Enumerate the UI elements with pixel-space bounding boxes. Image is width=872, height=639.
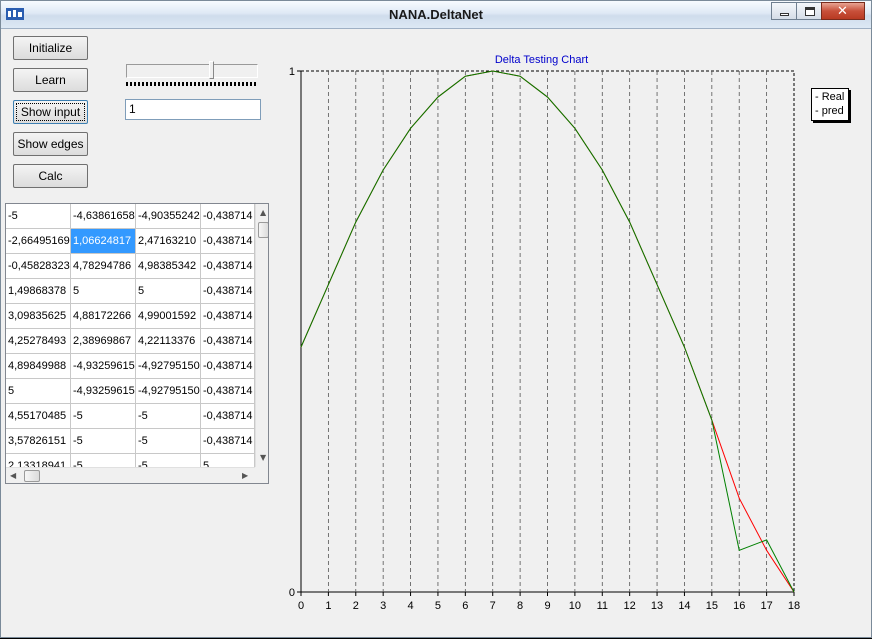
window-title: NANA.DeltaNet [389,7,483,22]
grid-cell[interactable]: -0,438714 [201,229,255,254]
grid-cell[interactable]: -5 [71,404,136,429]
grid-cell[interactable]: -4,90355242 [136,204,201,229]
minimize-button[interactable] [771,2,797,20]
legend-label-real: Real [821,91,845,103]
grid-cell[interactable]: -0,438714 [201,429,255,454]
grid-cell[interactable]: -5 [136,429,201,454]
grid-cell[interactable]: 2,47163210 [136,229,201,254]
grid-cell[interactable]: 4,22113376 [136,329,201,354]
input-field[interactable]: 1 [125,99,261,120]
legend-item: - Real [815,91,845,103]
grid-cell[interactable]: 5 [71,279,136,304]
grid-cell[interactable]: -4,63861658 [71,204,136,229]
horizontal-scroll-thumb[interactable] [24,470,40,482]
grid-cell[interactable]: -0,438714 [201,404,255,429]
scroll-up-icon[interactable]: ▲ [260,208,266,217]
scrollbar-corner [255,467,268,483]
grid-cell[interactable]: -2,66495169 [6,229,71,254]
chart-legend: - Real - pred [811,88,849,121]
grid-cell[interactable]: 4,78294786 [71,254,136,279]
legend-label-pred: pred [821,105,844,117]
trackbar[interactable] [124,61,260,89]
scroll-down-icon[interactable]: ▼ [260,453,266,462]
grid-cell[interactable]: -4,93259615 [71,354,136,379]
calc-button[interactable]: Calc [13,164,88,188]
grid-cell[interactable]: 4,88172266 [71,304,136,329]
initialize-button[interactable]: Initialize [13,36,88,60]
data-grid[interactable]: 5 -5 -5 2,13318941 -0,438714 -5 -5 3,57826151 -0… [5,203,269,484]
legend-item: - pred [815,105,844,117]
vertical-scroll-thumb[interactable] [258,222,268,238]
close-icon: ✕ [837,4,848,19]
vertical-scrollbar[interactable]: ▲ ▼ [255,204,268,467]
chart-panel [271,29,866,634]
grid-cell[interactable]: -0,45828323 [6,254,71,279]
grid-cell[interactable]: 4,99001592 [136,304,201,329]
grid-cell[interactable]: 5 [6,379,71,404]
grid-cell[interactable]: 4,55170485 [6,404,71,429]
grid-cell[interactable]: -0,438714 [201,254,255,279]
grid-cell[interactable]: -0,438714 [201,354,255,379]
grid-cell[interactable]: -5 [6,204,71,229]
trackbar-thumb[interactable] [209,61,214,79]
app-window: NANA.DeltaNet ✕ Initialize Learn Show in… [0,0,872,638]
grid-cell[interactable]: -4,92795150 [136,354,201,379]
maximize-button[interactable] [796,2,822,20]
grid-cell[interactable]: -4,93259615 [71,379,136,404]
grid-cell[interactable]: -0,438714 [201,204,255,229]
grid-cell[interactable]: -5 [136,404,201,429]
grid-cell[interactable]: 3,09835625 [6,304,71,329]
grid-cell[interactable]: -4,92795150 [136,379,201,404]
grid-cell[interactable]: -0,438714 [201,379,255,404]
learn-button[interactable]: Learn [13,68,88,92]
maximize-icon [805,7,815,16]
grid-cell[interactable]: 4,89849988 [6,354,71,379]
grid-cell[interactable]: -0,438714 [201,329,255,354]
grid-cell[interactable]: 5 [136,279,201,304]
grid-cell[interactable]: -5 [71,429,136,454]
horizontal-scrollbar[interactable]: ◀ ▶ [6,467,255,483]
grid-cell[interactable]: 2,38969867 [71,329,136,354]
grid-cell[interactable]: 3,57826151 [6,429,71,454]
close-button[interactable]: ✕ [821,2,865,20]
show-input-button[interactable]: Show input [13,100,88,124]
grid-cell[interactable]: 4,25278493 [6,329,71,354]
grid-cell[interactable]: -0,438714 [201,279,255,304]
show-edges-button[interactable]: Show edges [13,132,88,156]
trackbar-ticks [126,82,258,86]
grid-cell[interactable]: 4,98385342 [136,254,201,279]
grid-cell[interactable]: 1,06624817 [71,229,136,254]
title-bar[interactable]: NANA.DeltaNet ✕ [1,1,871,29]
grid-cell[interactable]: -0,438714 [201,304,255,329]
trackbar-track [126,64,258,78]
scroll-left-icon[interactable]: ◀ [10,471,16,480]
minimize-icon [780,13,789,16]
grid-cell[interactable]: 1,49868378 [6,279,71,304]
scroll-right-icon[interactable]: ▶ [242,471,248,480]
